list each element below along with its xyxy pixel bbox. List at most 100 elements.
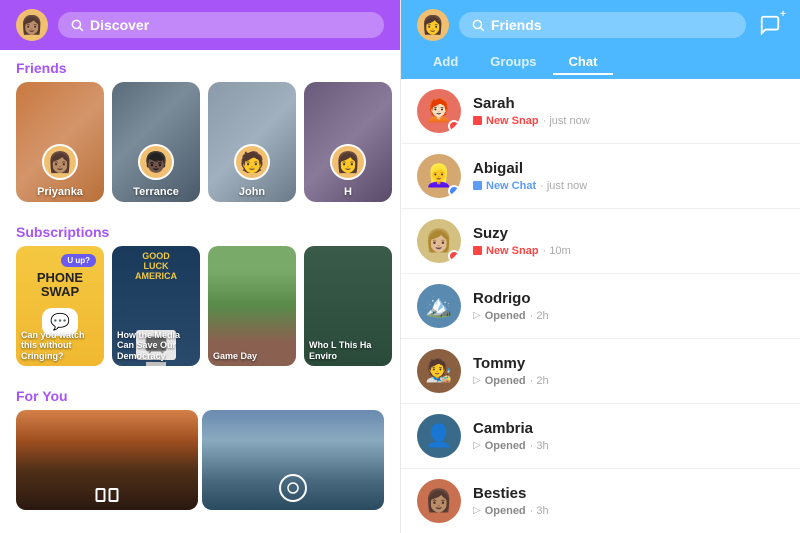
friend-card-priyanka[interactable]: 👩🏽 Priyanka <box>16 82 104 202</box>
right-user-avatar[interactable]: 👩 <box>417 9 449 41</box>
status-label-cambria: Opened <box>485 439 526 453</box>
chat-item-sarah[interactable]: 🧑🏻‍🦰 Sarah New Snap · just now <box>401 79 800 144</box>
avatar-besties: 👩🏽 <box>417 479 461 523</box>
chat-item-cambria[interactable]: 👤 Cambria ▷ Opened · 3h <box>401 404 800 469</box>
chat-name-tommy: Tommy <box>473 355 784 372</box>
chat-list: 🧑🏻‍🦰 Sarah New Snap · just now 👱‍♀️ Abig… <box>401 79 800 533</box>
sub-card-phone-swap[interactable]: U up? PHONESWAP 💬 Can you watch this wit… <box>16 246 104 366</box>
chat-info-sarah: Sarah New Snap · just now <box>473 95 784 128</box>
left-panel: 👩🏽 Discover Friends 👩🏽 Priyanka 👦🏿 Terra… <box>0 0 400 533</box>
chat-status-icon-abigail <box>473 181 482 190</box>
sub-card-who-l[interactable]: Who L This Ha Enviro <box>304 246 392 366</box>
friend-card-h[interactable]: 👩 H <box>304 82 392 202</box>
phone-swap-title: PHONESWAP <box>37 271 83 300</box>
new-chat-button[interactable]: + <box>756 11 784 39</box>
snap-status-icon-sarah <box>473 116 482 125</box>
chat-status-suzy: New Snap · 10m <box>473 244 784 258</box>
status-time-cambria: · 3h <box>530 440 549 452</box>
avatar-tommy: 🧑‍🎨 <box>417 349 461 393</box>
status-label-tommy: Opened <box>485 374 526 388</box>
new-chat-plus-icon: + <box>780 9 786 20</box>
chat-item-tommy[interactable]: 🧑‍🎨 Tommy ▷ Opened · 2h <box>401 339 800 404</box>
tabs-row: Add Groups Chat <box>401 50 800 79</box>
game-day-subtitle: Game Day <box>208 347 296 366</box>
chat-name-abigail: Abigail <box>473 160 784 177</box>
friend-name-john: John <box>208 186 296 198</box>
tab-groups[interactable]: Groups <box>474 50 552 75</box>
status-time-sarah: · just now <box>543 115 590 127</box>
status-dot-abigail <box>448 185 460 197</box>
status-time-tommy: · 2h <box>530 375 549 387</box>
tab-add[interactable]: Add <box>417 50 474 75</box>
status-time-abigail: · just now <box>540 180 587 192</box>
left-user-avatar[interactable]: 👩🏽 <box>16 9 48 41</box>
chat-info-cambria: Cambria ▷ Opened · 3h <box>473 420 784 453</box>
right-search-bar[interactable]: Friends <box>459 12 746 38</box>
friend-card-john[interactable]: 🧑 John <box>208 82 296 202</box>
status-time-rodrigo: · 2h <box>530 310 549 322</box>
who-l-subtitle: Who L This Ha Enviro <box>304 336 392 366</box>
status-time-suzy: · 10m <box>543 245 571 257</box>
left-content: Friends 👩🏽 Priyanka 👦🏿 Terrance 🧑 John 👩 <box>0 50 400 533</box>
avatar-cambria: 👤 <box>417 414 461 458</box>
status-label-sarah: New Snap <box>486 114 539 128</box>
sub-card-good-luck[interactable]: GOODLUCKAMERICA How the Media Can Save O… <box>112 246 200 366</box>
status-label-suzy: New Snap <box>486 244 539 258</box>
left-header: 👩🏽 Discover <box>0 0 400 50</box>
chat-item-abigail[interactable]: 👱‍♀️ Abigail New Chat · just now <box>401 144 800 209</box>
snap-status-icon-suzy <box>473 246 482 255</box>
chat-info-suzy: Suzy New Snap · 10m <box>473 225 784 258</box>
chat-info-abigail: Abigail New Chat · just now <box>473 160 784 193</box>
chat-info-rodrigo: Rodrigo ▷ Opened · 2h <box>473 290 784 323</box>
subscriptions-section-title: Subscriptions <box>0 214 400 246</box>
opened-arrow-tommy: ▷ <box>473 375 481 386</box>
right-panel: 👩 Friends + Add Groups Chat 🧑🏻‍🦰 <box>400 0 800 533</box>
phone-swap-badge: U up? <box>61 254 96 267</box>
avatar-abigail: 👱‍♀️ <box>417 154 461 198</box>
friend-name-terrance: Terrance <box>112 186 200 198</box>
play-circle-icon <box>279 474 307 502</box>
friend-name-h: H <box>304 186 392 198</box>
avatar-john: 🧑 <box>234 144 270 180</box>
chat-status-sarah: New Snap · just now <box>473 114 784 128</box>
chat-status-rodrigo: ▷ Opened · 2h <box>473 309 784 323</box>
chat-item-suzy[interactable]: 👩🏼 Suzy New Snap · 10m <box>401 209 800 274</box>
chat-name-sarah: Sarah <box>473 95 784 112</box>
for-you-card-coastal[interactable] <box>202 410 384 510</box>
avatar-terrance: 👦🏿 <box>138 144 174 180</box>
avatar-priyanka: 👩🏽 <box>42 144 78 180</box>
avatar-rodrigo: 🏔️ <box>417 284 461 328</box>
status-label-abigail: New Chat <box>486 179 536 193</box>
status-dot-suzy <box>448 250 460 262</box>
sub-card-game-day[interactable]: Game Day <box>208 246 296 366</box>
friends-section-title: Friends <box>0 50 400 82</box>
chat-name-cambria: Cambria <box>473 420 784 437</box>
chat-status-tommy: ▷ Opened · 2h <box>473 374 784 388</box>
search-icon <box>70 18 84 32</box>
opened-arrow-besties: ▷ <box>473 505 481 516</box>
chat-status-abigail: New Chat · just now <box>473 179 784 193</box>
avatar-sarah: 🧑🏻‍🦰 <box>417 89 461 133</box>
for-you-row <box>0 410 400 522</box>
chat-info-besties: Besties ▷ Opened · 3h <box>473 485 784 518</box>
tab-chat[interactable]: Chat <box>553 50 614 75</box>
for-you-card-sunset[interactable] <box>16 410 198 510</box>
left-search-label: Discover <box>90 17 149 33</box>
video-icon <box>96 488 119 502</box>
chat-info-tommy: Tommy ▷ Opened · 2h <box>473 355 784 388</box>
chat-item-rodrigo[interactable]: 🏔️ Rodrigo ▷ Opened · 2h <box>401 274 800 339</box>
status-label-besties: Opened <box>485 504 526 518</box>
chat-status-cambria: ▷ Opened · 3h <box>473 439 784 453</box>
chat-name-rodrigo: Rodrigo <box>473 290 784 307</box>
search-icon-right <box>471 18 485 32</box>
left-search-bar[interactable]: Discover <box>58 12 384 38</box>
friend-card-terrance[interactable]: 👦🏿 Terrance <box>112 82 200 202</box>
opened-arrow-rodrigo: ▷ <box>473 310 481 321</box>
avatar-suzy: 👩🏼 <box>417 219 461 263</box>
chat-status-besties: ▷ Opened · 3h <box>473 504 784 518</box>
status-dot-sarah <box>448 120 460 132</box>
chat-item-besties[interactable]: 👩🏽 Besties ▷ Opened · 3h <box>401 469 800 533</box>
friends-row: 👩🏽 Priyanka 👦🏿 Terrance 🧑 John 👩 H <box>0 82 400 214</box>
status-time-besties: · 3h <box>530 505 549 517</box>
chat-name-besties: Besties <box>473 485 784 502</box>
